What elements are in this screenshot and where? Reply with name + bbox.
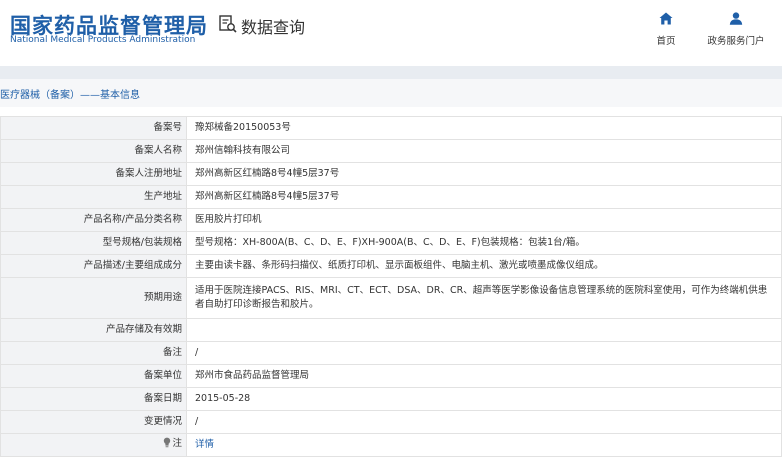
row-value: 主要由读卡器、条形码扫描仪、纸质打印机、显示面板组件、电脑主机、激光或喷墨成像仪…: [186, 254, 782, 278]
row-label: 产品描述/主要组成成分: [0, 254, 187, 278]
breadcrumb: 医疗器械（备案）——基本信息: [0, 79, 782, 107]
nav-home[interactable]: 首页: [651, 10, 681, 47]
note-label-cell: 注: [0, 433, 187, 457]
row-label: 变更情况: [0, 410, 187, 434]
home-icon: [659, 10, 673, 29]
row-value: 郑州高新区红楠路8号4幢5层37号: [186, 162, 782, 186]
row-value: 适用于医院连接PACS、RIS、MRI、CT、ECT、DSA、DR、CR、超声等…: [186, 277, 782, 319]
data-query-title: 数据查询: [218, 14, 305, 38]
header-divider-band: [0, 66, 782, 79]
nav-home-label: 首页: [656, 36, 676, 47]
row-label: 备案单位: [0, 364, 187, 388]
row-value: [186, 318, 782, 342]
site-header: 国家药品监督管理局 National Medical Products Admi…: [0, 0, 782, 64]
row-label: 备案人注册地址: [0, 162, 187, 186]
table-row: 备案人注册地址 郑州高新区红楠路8号4幢5层37号: [0, 162, 782, 186]
note-value-cell: 详情: [186, 433, 782, 457]
row-value: 型号规格：XH-800A(B、C、D、E、F)XH-900A(B、C、D、E、F…: [186, 231, 782, 255]
table-row: 备案日期 2015-05-28: [0, 387, 782, 411]
row-value: 医用胶片打印机: [186, 208, 782, 232]
table-row: 产品存储及有效期: [0, 318, 782, 342]
table-row-note: 注 详情: [0, 433, 782, 457]
row-value: 郑州市食品药品监督管理局: [186, 364, 782, 388]
nav-gov-label: 政务服务门户: [707, 36, 765, 47]
table-row: 变更情况 /: [0, 410, 782, 434]
table-row: 备案号 豫郑械备20150053号: [0, 116, 782, 140]
row-label: 备案人名称: [0, 139, 187, 163]
row-value: /: [186, 341, 782, 365]
data-query-label: 数据查询: [241, 18, 306, 37]
table-row: 备案单位 郑州市食品药品监督管理局: [0, 364, 782, 388]
row-value: 郑州信翰科技有限公司: [186, 139, 782, 163]
row-label: 型号规格/包装规格: [0, 231, 187, 255]
row-label: 预期用途: [0, 277, 187, 319]
row-value: 2015-05-28: [186, 387, 782, 411]
basic-info-table: 备案号 豫郑械备20150053号 备案人名称 郑州信翰科技有限公司 备案人注册…: [0, 116, 782, 457]
row-label: 生产地址: [0, 185, 187, 209]
table-row: 产品名称/产品分类名称 医用胶片打印机: [0, 208, 782, 232]
details-link[interactable]: 详情: [195, 439, 214, 450]
row-label: 备注: [0, 341, 187, 365]
table-row: 型号规格/包装规格 型号规格：XH-800A(B、C、D、E、F)XH-900A…: [0, 231, 782, 255]
table-row: 备注 /: [0, 341, 782, 365]
row-label: 备案日期: [0, 387, 187, 411]
table-row: 备案人名称 郑州信翰科技有限公司: [0, 139, 782, 163]
row-label: 备案号: [0, 116, 187, 140]
data-query-icon: [218, 14, 238, 38]
table-row: 产品描述/主要组成成分 主要由读卡器、条形码扫描仪、纸质打印机、显示面板组件、电…: [0, 254, 782, 278]
row-value: 豫郑械备20150053号: [186, 116, 782, 140]
site-logo-en[interactable]: National Medical Products Administration: [10, 35, 195, 45]
row-label: 产品名称/产品分类名称: [0, 208, 187, 232]
row-value: 郑州高新区红楠路8号4幢5层37号: [186, 185, 782, 209]
table-row: 预期用途 适用于医院连接PACS、RIS、MRI、CT、ECT、DSA、DR、C…: [0, 277, 782, 319]
note-label: 注: [172, 438, 182, 449]
user-icon: [729, 10, 743, 29]
table-row: 生产地址 郑州高新区红楠路8号4幢5层37号: [0, 185, 782, 209]
nav-gov-portal[interactable]: 政务服务门户: [702, 10, 770, 47]
lightbulb-icon: [163, 437, 171, 453]
row-value: /: [186, 410, 782, 434]
row-label: 产品存储及有效期: [0, 318, 187, 342]
breadcrumb-text: 医疗器械（备案）——基本信息: [0, 89, 140, 101]
